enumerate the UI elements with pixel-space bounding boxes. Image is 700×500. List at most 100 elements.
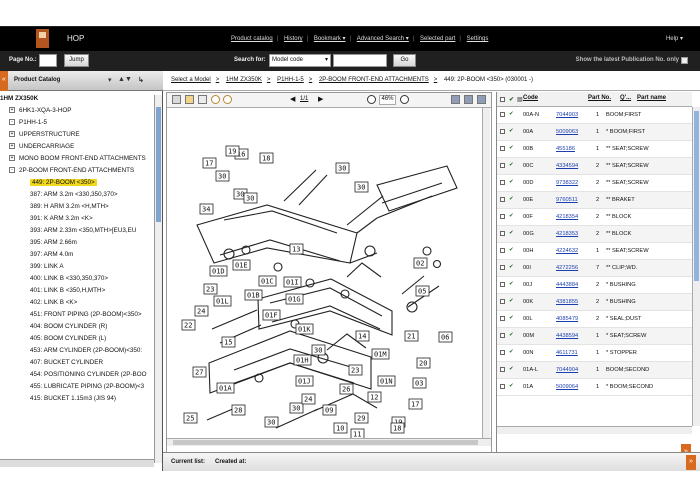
tree-item[interactable]: -2P-BOOM FRONT-END ATTACHMENTS xyxy=(0,165,154,177)
row-checkbox[interactable] xyxy=(500,197,505,202)
callout-label[interactable]: 29 xyxy=(354,412,369,424)
show-latest-checkbox[interactable] xyxy=(681,57,688,64)
part-row[interactable]: ✔ 00E 9760511 2 ** BRAKET xyxy=(497,192,692,209)
callout-label[interactable]: 30 xyxy=(335,162,350,174)
tree-link-icon[interactable]: ↳ xyxy=(138,76,144,84)
dropdown-arrow-icon[interactable]: ▾ xyxy=(108,76,112,84)
nav-bookmark[interactable]: Bookmark ▾ xyxy=(314,35,346,42)
row-checkbox[interactable] xyxy=(500,333,505,338)
drawing-vertical-scrollbar[interactable] xyxy=(482,108,490,438)
part-number-link[interactable]: 7044904 xyxy=(556,367,578,373)
parts-vertical-scrollbar[interactable] xyxy=(692,107,700,426)
callout-label[interactable]: 01H xyxy=(293,354,312,366)
part-row[interactable]: ✔ 00L 4085479 2 * SEAL;DUST xyxy=(497,311,692,328)
part-row[interactable]: ✔ 00J 4443884 2 * BUSHING xyxy=(497,277,692,294)
callout-label[interactable]: 23 xyxy=(348,364,363,376)
part-number-link[interactable]: 4218354 xyxy=(556,214,578,220)
row-checkbox[interactable] xyxy=(500,350,505,355)
part-row[interactable]: ✔ 00I 4272256 7 ** CLIP;WD. xyxy=(497,260,692,277)
callout-label[interactable]: 01F xyxy=(262,309,281,321)
callout-label[interactable]: 30 xyxy=(354,181,369,193)
callout-label[interactable]: 30 xyxy=(243,192,258,204)
tree-item[interactable]: 404: BOOM CYLINDER (R) xyxy=(0,321,154,333)
callout-label[interactable]: 25 xyxy=(183,412,198,424)
callout-label[interactable]: 30 xyxy=(264,416,279,428)
callout-label[interactable]: 27 xyxy=(192,366,207,378)
fit-page-icon[interactable] xyxy=(464,95,473,104)
part-row[interactable]: ✔ 01A 5009064 1 * BOOM;SECOND xyxy=(497,379,692,396)
callout-label[interactable]: 01D xyxy=(209,265,228,277)
row-checkbox[interactable] xyxy=(500,146,505,151)
part-number-link[interactable]: 4438594 xyxy=(556,333,578,339)
tree-item[interactable]: 387: ARM 3.2m <330,350,370> xyxy=(0,189,154,201)
part-row[interactable]: ✔ 00A-N 7044903 1 BOOM;FIRST xyxy=(497,107,692,124)
callout-label[interactable]: 17 xyxy=(202,157,217,169)
part-row[interactable]: ✔ 00N 4611731 1 * STOPPER xyxy=(497,345,692,362)
callout-label[interactable]: 09 xyxy=(322,404,337,416)
help-menu[interactable]: Help ▾ xyxy=(666,35,683,42)
tree-item[interactable]: 397: ARM 4.0m xyxy=(0,249,154,261)
collapse-icon[interactable]: - xyxy=(9,167,15,173)
callout-label[interactable]: 30 xyxy=(311,344,326,356)
page-number-input[interactable] xyxy=(39,54,57,67)
nav-settings[interactable]: Settings xyxy=(467,36,489,42)
callout-label[interactable]: 06 xyxy=(438,331,453,343)
down-arrow-icon[interactable]: ▼ xyxy=(125,76,132,83)
callout-label[interactable]: 12 xyxy=(367,391,382,403)
part-row[interactable]: ✔ 00A 5009063 1 * BOOM;FIRST xyxy=(497,124,692,141)
tree-vertical-scrollbar[interactable] xyxy=(154,95,162,463)
callout-label[interactable]: 21 xyxy=(404,330,419,342)
callout-label[interactable]: 26 xyxy=(339,383,354,395)
qty-header[interactable]: Q'... xyxy=(620,95,631,101)
tree-item[interactable]: 402: LINK B <K> xyxy=(0,297,154,309)
search-input[interactable] xyxy=(333,54,387,67)
part-number-link[interactable]: 4224632 xyxy=(556,248,578,254)
expand-bottom-icon[interactable]: » xyxy=(686,455,696,470)
nav-advanced-search[interactable]: Advanced Search ▾ xyxy=(357,35,409,42)
tree-item[interactable]: 400: LINK B <330,350,370> xyxy=(0,273,154,285)
part-number-link[interactable]: 5009063 xyxy=(556,129,578,135)
highlight-icon[interactable] xyxy=(185,95,194,104)
row-checkbox[interactable] xyxy=(500,231,505,236)
callout-label[interactable]: 22 xyxy=(181,319,196,331)
nav-product-catalog[interactable]: Product catalog xyxy=(231,36,273,42)
search-mode-select[interactable]: Model code ▾ xyxy=(269,54,331,67)
part-row[interactable]: ✔ 00G 4218353 2 ** BLOCK xyxy=(497,226,692,243)
tree-item[interactable]: 401: LINK B <350,H,MTH> xyxy=(0,285,154,297)
jump-button[interactable]: Jump xyxy=(64,54,89,67)
callout-label[interactable]: 34 xyxy=(199,203,214,215)
code-header[interactable]: Code xyxy=(523,95,538,101)
part-row[interactable]: ✔ 00C 4334594 2 ** SEAT;SCREW xyxy=(497,158,692,175)
tree-item[interactable]: 405: BOOM CYLINDER (L) xyxy=(0,333,154,345)
nav-selected-part[interactable]: Selected part xyxy=(420,36,455,42)
breadcrumb-group[interactable]: 2P-BOOM FRONT-END ATTACHMENTS xyxy=(319,77,429,83)
select-all-checkbox[interactable] xyxy=(500,97,505,102)
callout-label[interactable]: 13 xyxy=(289,243,304,255)
callout-label[interactable]: 20 xyxy=(416,357,431,369)
callout-label[interactable]: 18 xyxy=(390,422,405,434)
row-checkbox[interactable] xyxy=(500,265,505,270)
rotate-right-icon[interactable] xyxy=(223,95,232,104)
up-arrow-icon[interactable]: ▲ xyxy=(118,76,125,83)
zoom-out-icon[interactable] xyxy=(367,95,376,104)
expand-icon[interactable]: + xyxy=(9,143,15,149)
page-icon[interactable] xyxy=(198,95,207,104)
part-number-link[interactable]: 4272256 xyxy=(556,265,578,271)
tree-item[interactable]: + MONO BOOM FRONT-END ATTACHMENTS xyxy=(0,153,154,165)
next-page-icon[interactable]: ▶ xyxy=(318,95,323,103)
part-number-link[interactable]: 9738322 xyxy=(556,180,578,186)
fit-width-icon[interactable] xyxy=(451,95,460,104)
callout-label[interactable]: 05 xyxy=(415,285,430,297)
breadcrumb-catalog[interactable]: P1HH-1-5 xyxy=(277,77,304,83)
part-row[interactable]: ✔ 01A-L 7044904 1 BOOM;SECOND xyxy=(497,362,692,379)
tree-item[interactable]: - P1HH-1-5 xyxy=(0,117,154,129)
breadcrumb-model[interactable]: 1HM ZX350K xyxy=(226,77,262,83)
row-checkbox[interactable] xyxy=(500,163,505,168)
tree-item[interactable]: 399: LINK A xyxy=(0,261,154,273)
part-number-link[interactable]: 4334594 xyxy=(556,163,578,169)
print-icon[interactable] xyxy=(172,95,181,104)
part-number-link[interactable]: 4085479 xyxy=(556,316,578,322)
part-number-link[interactable]: 4443884 xyxy=(556,282,578,288)
part-row[interactable]: ✔ 00F 4218354 2 ** BLOCK xyxy=(497,209,692,226)
row-checkbox[interactable] xyxy=(500,129,505,134)
